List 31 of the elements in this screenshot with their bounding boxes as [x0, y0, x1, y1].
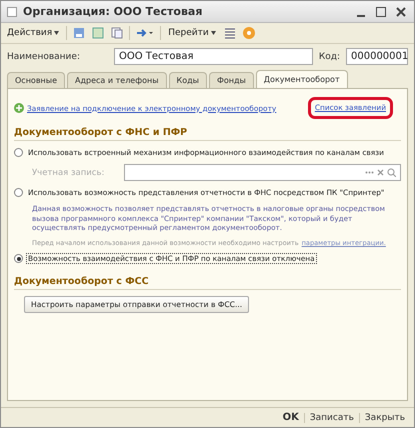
plus-icon: [14, 103, 24, 113]
goto-menu[interactable]: Перейти: [166, 28, 218, 38]
actions-menu[interactable]: Действия: [5, 28, 62, 38]
footer-button[interactable]: Записать: [304, 412, 359, 422]
section-title: Документооборот с ФНС и ПФР: [14, 127, 401, 141]
code-field[interactable]: 000000001: [346, 48, 408, 65]
window-title: Организация: ООО Тестовая: [23, 5, 204, 18]
maximize-icon[interactable]: [374, 4, 388, 18]
name-field[interactable]: ООО Тестовая: [114, 48, 313, 65]
ellipsis-icon[interactable]: [365, 171, 374, 174]
clear-icon[interactable]: [377, 169, 384, 176]
close-icon[interactable]: [394, 4, 408, 18]
section-title: Документооборот с ФСС: [14, 276, 401, 290]
copy-icon[interactable]: [110, 26, 124, 40]
list-icon[interactable]: [222, 26, 237, 40]
search-icon[interactable]: [387, 168, 396, 177]
footer-button[interactable]: OK: [278, 412, 304, 423]
save-icon[interactable]: [72, 26, 86, 40]
tab[interactable]: Основные: [7, 72, 66, 88]
tab[interactable]: Адреса и телефоны: [67, 72, 167, 88]
field-label: Наименование:: [7, 52, 80, 62]
caret-icon: [54, 31, 60, 35]
caret-icon: [210, 31, 216, 35]
footer-button[interactable]: Закрыть: [358, 412, 410, 422]
account-field[interactable]: [124, 164, 401, 181]
tab[interactable]: Документооборот: [256, 70, 348, 88]
tab[interactable]: Коды: [168, 72, 207, 88]
field-label: Учетная запись:: [32, 168, 104, 178]
field-label: Код:: [318, 52, 340, 62]
window-icon: [7, 6, 17, 16]
tab[interactable]: Фонды: [208, 72, 254, 88]
